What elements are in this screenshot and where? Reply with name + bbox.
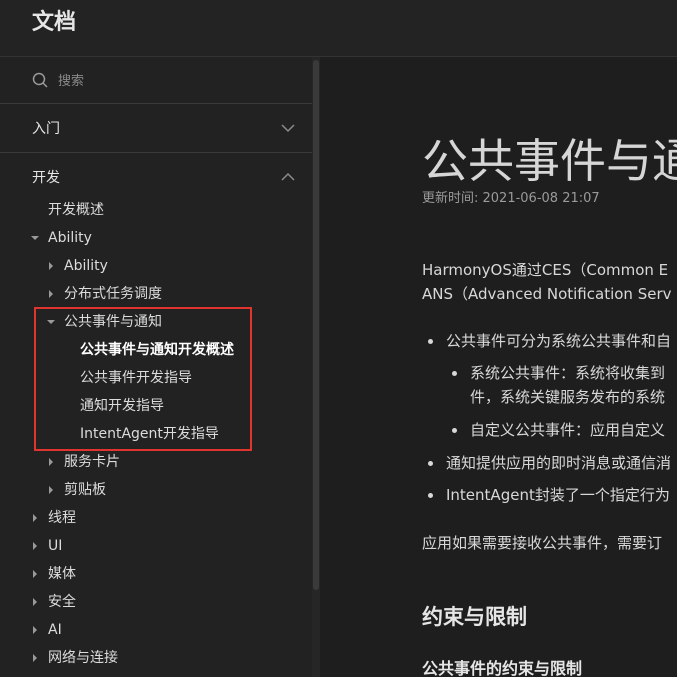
bullet-item: 通知提供应用的即时消息或通信消 [446,454,672,472]
nav-item-events-overview-active[interactable]: 公共事件与通知开发概述 [80,336,234,364]
chevron-up-icon [281,172,295,181]
bullet-item: 自定义公共事件：应用自定义 [470,421,666,439]
search-input[interactable] [56,69,300,93]
nav-item-service-widget[interactable]: 服务卡片 [64,448,120,476]
nav-item-distributed-scheduling[interactable]: 分布式任务调度 [64,280,162,308]
caret-right-icon [49,458,53,466]
page-title: 公共事件与通 [422,134,677,188]
nav-item-intentagent-dev-guide[interactable]: IntentAgent开发指导 [80,420,219,448]
sidebar-scrollbar-thumb[interactable] [313,60,319,590]
bullet-dot [428,461,433,466]
nav-item-network[interactable]: 网络与连接 [48,644,118,672]
nav-item-ability[interactable]: Ability [64,252,108,280]
section-heading: 约束与限制 [422,605,527,629]
caret-right-icon [33,570,37,578]
caret-right-icon [49,486,53,494]
caret-right-icon [33,654,37,662]
caret-down-icon [31,236,39,240]
bullet-dot [452,371,457,376]
subsection-heading: 公共事件的约束与限制 [422,659,583,677]
nav-item-ai[interactable]: AI [48,616,62,644]
nav-item-security[interactable]: 安全 [48,588,76,616]
bullet-dot [452,428,457,433]
intro-line: HarmonyOS通过CES（Common E [422,261,669,279]
bullet-item: 公共事件可分为系统公共事件和自 [446,332,672,350]
section-label: 开发 [32,170,60,186]
bullet-dot [428,339,433,344]
intro-line: ANS（Advanced Notification Serv [422,285,672,303]
caret-right-icon [49,290,53,298]
caret-down-icon [47,320,55,324]
main-content: 公共事件与通 更新时间: 2021-06-08 21:07 HarmonyOS通… [320,57,677,677]
search-bar [0,57,312,104]
caret-right-icon [33,514,37,522]
caret-right-icon [33,598,37,606]
nav-item-ui[interactable]: UI [48,532,62,560]
nav-item-thread[interactable]: 线程 [48,504,76,532]
caret-right-icon [49,262,53,270]
bullet-dot [428,493,433,498]
top-header: 文档 [0,0,677,57]
nav-item-dev-overview[interactable]: 开发概述 [48,196,104,224]
section-getting-started[interactable]: 入门 [0,104,312,153]
section-develop[interactable]: 开发 [0,153,312,201]
docs-title: 文档 [32,10,77,35]
search-icon [32,72,48,88]
section-label: 入门 [32,121,60,137]
bullet-item: IntentAgent封装了一个指定行为 [446,486,670,504]
nav-item-ability-group[interactable]: Ability [48,224,92,252]
nav-item-clipboard[interactable]: 剪贴板 [64,476,106,504]
update-time: 更新时间: 2021-06-08 21:07 [422,191,600,206]
bullet-item: 系统公共事件：系统将收集到 [470,364,666,382]
nav-item-event-dev-guide[interactable]: 公共事件开发指导 [80,364,192,392]
paragraph: 应用如果需要接收公共事件，需要订 [422,534,663,552]
caret-right-icon [33,542,37,550]
nav-item-media[interactable]: 媒体 [48,560,76,588]
nav-item-events-notifications[interactable]: 公共事件与通知 [64,308,162,336]
caret-right-icon [33,626,37,634]
nav-item-notification-dev-guide[interactable]: 通知开发指导 [80,392,164,420]
chevron-down-icon [281,124,295,133]
bullet-item: 件，系统关键服务发布的系统 [470,388,666,406]
